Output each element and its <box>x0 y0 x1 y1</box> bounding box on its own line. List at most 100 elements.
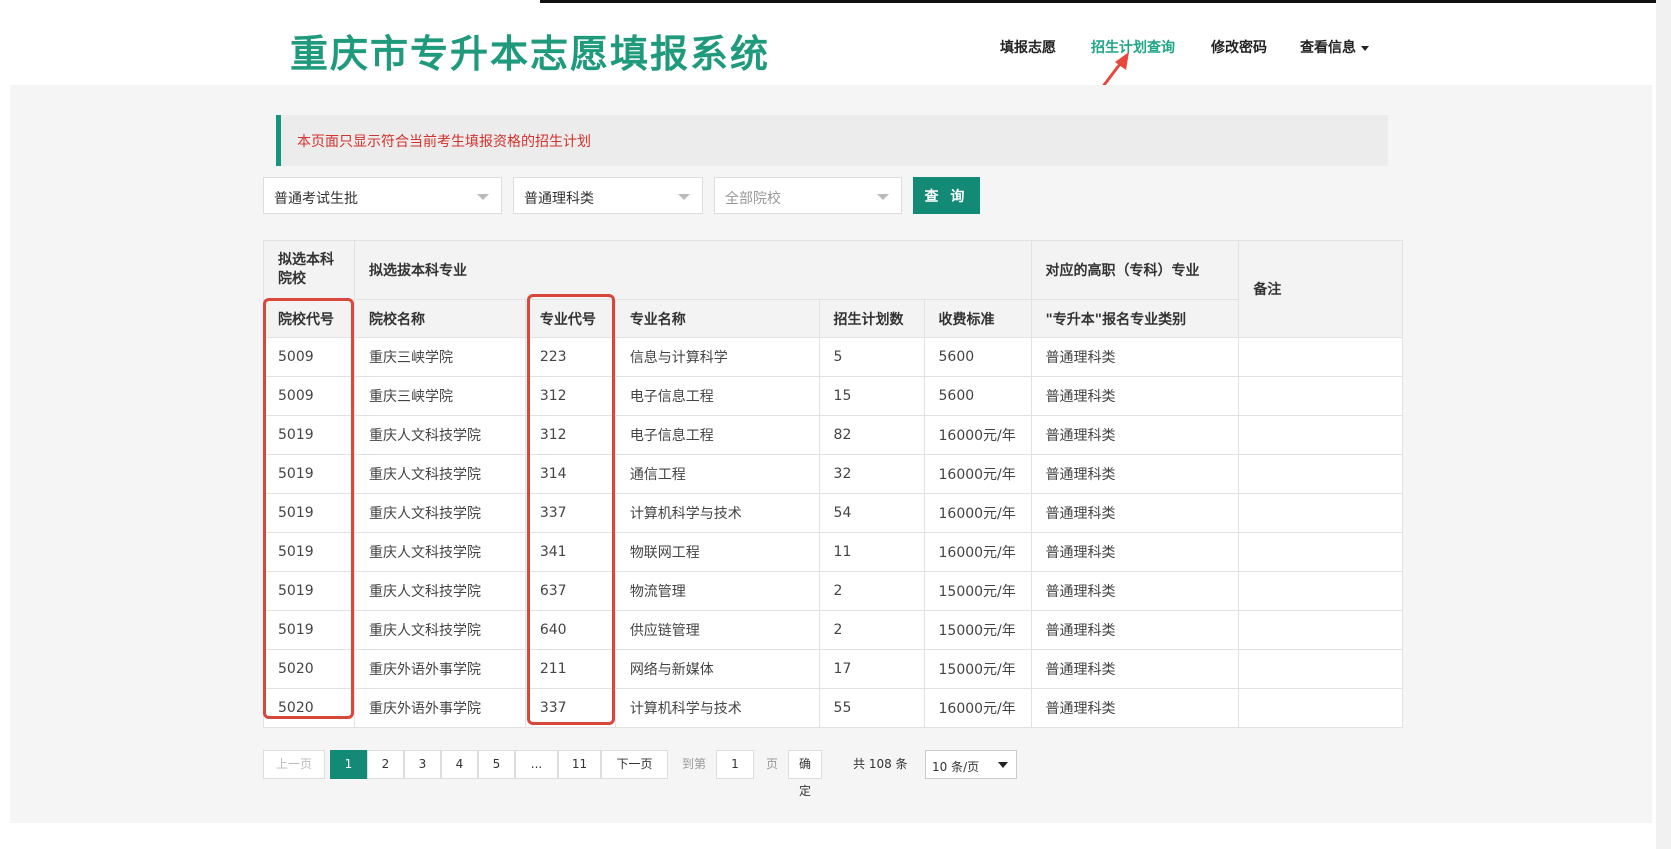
goto-confirm-button[interactable]: 确定 <box>788 750 823 798</box>
dropdown-arrow-icon <box>678 194 690 200</box>
cell-major-code: 341 <box>524 532 616 572</box>
cell-school-code: 5020 <box>263 688 355 728</box>
table-row: 5019 重庆人文科技学院 341 物联网工程 11 16000元/年 普通理科类 <box>263 532 1403 572</box>
dropdown-arrow-icon <box>477 194 489 200</box>
cell-plan-count: 17 <box>818 649 925 689</box>
cell-plan-count: 32 <box>818 454 925 494</box>
cell-category: 普通理科类 <box>1030 337 1240 377</box>
page-scrollbar[interactable] <box>1656 0 1671 849</box>
nav-change-password[interactable]: 修改密码 <box>1211 37 1267 57</box>
cell-school-name: 重庆三峡学院 <box>353 337 526 377</box>
goto-page-input[interactable]: 1 <box>716 750 754 779</box>
nav-fill-application[interactable]: 填报志愿 <box>1000 37 1056 57</box>
cell-major-name: 计算机科学与技术 <box>614 493 820 533</box>
category-select[interactable]: 普通理科类 <box>513 177 703 214</box>
cell-category: 普通理科类 <box>1030 571 1240 611</box>
prev-page-button[interactable]: 上一页 <box>263 750 325 779</box>
cell-school-code: 5019 <box>263 454 355 494</box>
cell-category: 普通理科类 <box>1030 415 1240 455</box>
page-4-button[interactable]: 4 <box>441 750 478 779</box>
notice-text: 本页面只显示符合当前考生填报资格的招生计划 <box>297 134 591 150</box>
cell-major-code: 312 <box>524 376 616 416</box>
cell-fee: 5600 <box>923 376 1032 416</box>
cell-category: 普通理科类 <box>1030 649 1240 689</box>
header-fee: 收费标准 <box>923 299 1032 338</box>
goto-prefix: 到第 <box>682 757 707 771</box>
school-select-value: 全部院校 <box>725 191 781 207</box>
cell-category: 普通理科类 <box>1030 688 1240 728</box>
cell-school-name: 重庆人文科技学院 <box>353 610 526 650</box>
cell-plan-count: 2 <box>818 571 925 611</box>
header-school-group: 拟选本科院校 <box>263 240 355 300</box>
cell-major-code: 314 <box>524 454 616 494</box>
cell-major-code: 640 <box>524 610 616 650</box>
table-row: 5019 重庆人文科技学院 337 计算机科学与技术 54 16000元/年 普通理科类 <box>263 493 1403 533</box>
table-row: 5009 重庆三峡学院 223 信息与计算科学 5 5600 普通理科类 <box>263 337 1403 377</box>
cell-category: 普通理科类 <box>1030 610 1240 650</box>
cell-major-name: 电子信息工程 <box>614 376 820 416</box>
cell-major-name: 通信工程 <box>614 454 820 494</box>
nav-view-info[interactable]: 查看信息 <box>1300 37 1369 57</box>
cell-category: 普通理科类 <box>1030 454 1240 494</box>
site-logo[interactable]: 重庆市专升本志愿填报系统 <box>290 23 770 78</box>
cell-major-code: 337 <box>524 688 616 728</box>
cell-major-name: 网络与新媒体 <box>614 649 820 689</box>
cell-category: 普通理科类 <box>1030 532 1240 572</box>
cell-school-code: 5019 <box>263 415 355 455</box>
query-button[interactable]: 查 询 <box>913 177 980 214</box>
cell-school-name: 重庆人文科技学院 <box>353 454 526 494</box>
cell-remark <box>1238 571 1403 611</box>
cell-remark <box>1238 610 1403 650</box>
page-5-button[interactable]: 5 <box>478 750 515 779</box>
table-row: 5019 重庆人文科技学院 312 电子信息工程 82 16000元/年 普通理科类 <box>263 415 1403 455</box>
cell-school-code: 5019 <box>263 571 355 611</box>
cell-school-name: 重庆三峡学院 <box>353 376 526 416</box>
table-row: 5019 重庆人文科技学院 637 物流管理 2 15000元/年 普通理科类 <box>263 571 1403 611</box>
page-2-button[interactable]: 2 <box>367 750 404 779</box>
page-11-button[interactable]: 11 <box>558 750 601 779</box>
cell-major-name: 供应链管理 <box>614 610 820 650</box>
cell-remark <box>1238 376 1403 416</box>
header-major-name: 专业名称 <box>614 299 820 338</box>
cell-major-code: 211 <box>524 649 616 689</box>
page-3-button[interactable]: 3 <box>404 750 441 779</box>
cell-plan-count: 11 <box>818 532 925 572</box>
page-size-select[interactable]: 10 条/页 <box>925 750 1017 779</box>
cell-major-name: 计算机科学与技术 <box>614 688 820 728</box>
cell-major-name: 信息与计算科学 <box>614 337 820 377</box>
cell-plan-count: 82 <box>818 415 925 455</box>
cell-remark <box>1238 532 1403 572</box>
cell-plan-count: 55 <box>818 688 925 728</box>
cell-remark <box>1238 415 1403 455</box>
cell-fee: 16000元/年 <box>923 688 1032 728</box>
cell-major-code: 637 <box>524 571 616 611</box>
cell-remark <box>1238 493 1403 533</box>
cell-plan-count: 2 <box>818 610 925 650</box>
cell-school-code: 5019 <box>263 532 355 572</box>
cell-school-name: 重庆人文科技学院 <box>353 571 526 611</box>
cell-school-code: 5019 <box>263 493 355 533</box>
dropdown-arrow-icon <box>877 194 889 200</box>
cell-school-name: 重庆人文科技学院 <box>353 415 526 455</box>
cell-school-code: 5009 <box>263 337 355 377</box>
table-row: 5019 重庆人文科技学院 640 供应链管理 2 15000元/年 普通理科类 <box>263 610 1403 650</box>
cell-school-code: 5019 <box>263 610 355 650</box>
goto-suffix: 页 <box>766 757 779 771</box>
notice-banner: 本页面只显示符合当前考生填报资格的招生计划 <box>276 115 1388 166</box>
header-remark: 备注 <box>1238 240 1403 338</box>
cell-fee: 5600 <box>923 337 1032 377</box>
cell-major-name: 物流管理 <box>614 571 820 611</box>
cell-fee: 15000元/年 <box>923 649 1032 689</box>
page-1-button[interactable]: 1 <box>330 750 367 779</box>
header-major-code: 专业代号 <box>524 299 616 338</box>
school-select[interactable]: 全部院校 <box>714 177 902 214</box>
table-row: 5020 重庆外语外事学院 211 网络与新媒体 17 15000元/年 普通理科类 <box>263 649 1403 689</box>
page-ellipsis: ... <box>515 750 558 779</box>
header-plan-count: 招生计划数 <box>818 299 925 338</box>
next-page-button[interactable]: 下一页 <box>601 750 668 779</box>
cell-fee: 16000元/年 <box>923 454 1032 494</box>
batch-select[interactable]: 普通考试生批 <box>263 177 502 214</box>
cell-school-name: 重庆人文科技学院 <box>353 532 526 572</box>
header: 重庆市专升本志愿填报系统 填报志愿 招生计划查询 修改密码 查看信息 <box>0 3 1671 85</box>
cell-remark <box>1238 649 1403 689</box>
